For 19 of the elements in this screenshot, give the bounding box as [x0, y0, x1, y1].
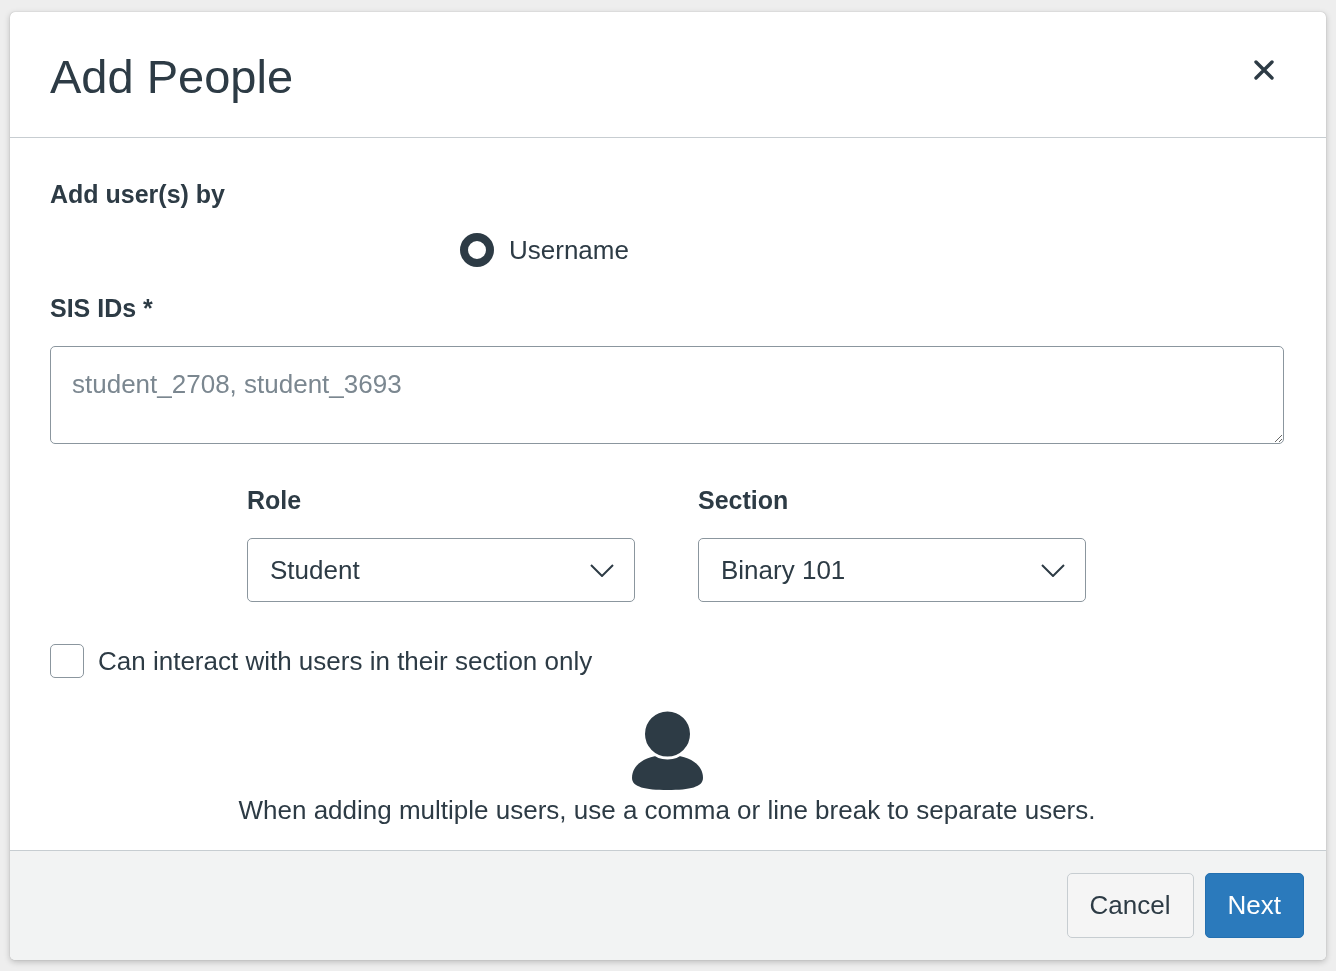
chevron-down-icon	[1041, 563, 1065, 577]
radio-label: Username	[509, 234, 629, 266]
cancel-button[interactable]: Cancel	[1066, 873, 1194, 938]
select-label: Section	[698, 485, 789, 516]
dropdown-select[interactable]: Binary 101	[698, 538, 1086, 602]
field-label: Add user(s) by	[50, 179, 226, 210]
ids-input[interactable]: student_2708, student_3693	[50, 346, 1284, 444]
person-silhouette-icon	[629, 708, 705, 790]
checkbox-label: Can interact with users in their section only	[98, 645, 593, 677]
field-label: SIS IDs *	[50, 293, 153, 324]
select-label: Role	[247, 485, 302, 516]
radio-button[interactable]	[460, 233, 494, 267]
dropdown-select[interactable]: Student	[247, 538, 635, 602]
close-icon	[1254, 59, 1274, 80]
hint-text: When adding multiple users, use a comma or line break to separate users.	[238, 794, 1096, 826]
dialog-title: Add People	[50, 48, 294, 105]
next-button[interactable]: Next	[1204, 873, 1304, 938]
checkbox[interactable]	[50, 644, 84, 678]
chevron-down-icon	[590, 563, 614, 577]
